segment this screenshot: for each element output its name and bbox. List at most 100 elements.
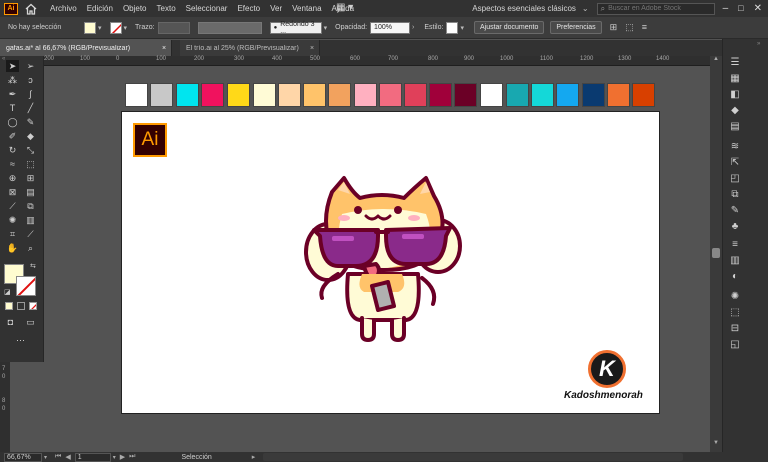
swatch-cyan[interactable]	[176, 83, 199, 107]
default-colors-icon[interactable]: ◪	[4, 288, 11, 296]
blend-tool-icon[interactable]: ⧉	[24, 200, 37, 212]
fill-swatch[interactable]	[84, 21, 96, 34]
warp-tool-icon[interactable]: ≈	[6, 158, 19, 170]
column-graph-tool-icon[interactable]: ▥	[24, 214, 37, 226]
artboard-number-field[interactable]: 1	[74, 452, 111, 462]
swatch-light-orange[interactable]	[303, 83, 326, 107]
transparency-icon[interactable]: ◐	[729, 271, 741, 283]
eraser-tool-icon[interactable]: ◆	[24, 130, 37, 142]
slice-tool-icon[interactable]: ⟋	[24, 228, 37, 240]
swatch-gray[interactable]	[150, 83, 173, 107]
document-setup-button[interactable]: Ajustar documento	[473, 21, 545, 34]
swatch-dark-orange[interactable]	[607, 83, 630, 107]
artboard[interactable]: Ai K Kadoshmenorah	[121, 111, 660, 414]
illustrator-badge[interactable]: Ai	[133, 123, 167, 157]
appearance-icon[interactable]: ✺	[729, 291, 741, 303]
stroke-color-swatch[interactable]	[16, 276, 36, 296]
swatch-maroon[interactable]	[454, 83, 477, 107]
menu-seleccionar[interactable]: Seleccionar	[186, 4, 228, 13]
links-icon[interactable]: ⧉	[729, 189, 741, 201]
screen-mode-icon[interactable]: ▭	[24, 316, 37, 328]
chevron-down-icon[interactable]: ▾	[124, 24, 128, 32]
artboard-tool-icon[interactable]: ⌗	[6, 228, 19, 240]
menu-archivo[interactable]: Archivo	[50, 4, 77, 13]
preferences-button[interactable]: Preferencias	[550, 21, 602, 34]
opacity-field[interactable]: 100%	[370, 21, 411, 34]
pen-tool-icon[interactable]: ✒	[6, 88, 19, 100]
mesh-tool-icon[interactable]: ⊠	[6, 186, 19, 198]
swatch-peach[interactable]	[278, 83, 301, 107]
ellipse-tool-icon[interactable]: ◯	[6, 116, 19, 128]
horizontal-ruler[interactable]: 200 100 0 100 200 300 400 500 600 700 80…	[44, 56, 710, 66]
brushes-icon[interactable]: ✎	[729, 205, 741, 217]
stock-search-input[interactable]	[608, 5, 709, 12]
curvature-tool-icon[interactable]: ∫	[24, 88, 37, 100]
swatch-magenta[interactable]	[201, 83, 224, 107]
scroll-down-icon[interactable]: ▼	[713, 440, 719, 446]
scale-tool-icon[interactable]: ⤡	[24, 144, 37, 156]
tab-gafas[interactable]: gafas.ai* al 66,67% (RGB/Previsualizar) …	[0, 40, 172, 56]
tab-el-trio[interactable]: El trío.ai al 25% (RGB/Previsualizar) ×	[180, 40, 320, 56]
swatch-sky-blue[interactable]	[556, 83, 579, 107]
last-artboard-icon[interactable]: ⏭	[129, 453, 135, 461]
perspective-grid-tool-icon[interactable]: ⊞	[24, 172, 37, 184]
artboards-icon[interactable]: ◰	[729, 173, 741, 185]
gradient-tool-icon[interactable]: ▤	[24, 186, 37, 198]
stroke-swatch[interactable]	[109, 21, 122, 34]
libraries-icon[interactable]: ▦	[729, 73, 741, 85]
graphic-styles-icon[interactable]: ⬚	[729, 307, 741, 319]
app-logo[interactable]: Ai	[4, 2, 18, 15]
graphic-style-swatch[interactable]	[446, 21, 459, 34]
swatch-crimson[interactable]	[429, 83, 452, 107]
lasso-tool-icon[interactable]: ↄ	[24, 74, 37, 86]
swatches-icon[interactable]: ▤	[729, 121, 741, 133]
close-window-icon[interactable]: ✕	[754, 3, 762, 14]
menu-ventana[interactable]: Ventana	[292, 4, 321, 13]
menu-efecto[interactable]: Efecto	[237, 4, 260, 13]
rotate-tool-icon[interactable]: ↻	[6, 144, 19, 156]
direct-selection-tool-icon[interactable]: ➢	[24, 60, 37, 72]
previous-artboard-icon[interactable]: ◀	[65, 453, 70, 461]
brush-definition[interactable]: ● Redondo 3 ...	[269, 21, 322, 35]
vertical-scrollbar[interactable]: ▲ ▼	[710, 56, 722, 452]
chevron-down-icon[interactable]: ▾	[98, 24, 102, 32]
zoom-field[interactable]: 66,67%	[4, 452, 42, 462]
maximize-icon[interactable]: □	[738, 4, 743, 13]
swatch-red-pink[interactable]	[404, 83, 427, 107]
swatch-light-pink[interactable]	[354, 83, 377, 107]
arrange-documents-icon[interactable]: ▦ ▾	[336, 3, 353, 13]
swatch-orange[interactable]	[328, 83, 351, 107]
edit-toolbar-icon[interactable]: ⋯	[14, 334, 27, 346]
properties-icon[interactable]: ☰	[729, 57, 741, 69]
swatch-navy[interactable]	[582, 83, 605, 107]
swatch-pink[interactable]	[379, 83, 402, 107]
free-transform-tool-icon[interactable]: ⬚	[24, 158, 37, 170]
symbols-icon[interactable]: ♣	[729, 221, 741, 233]
transform-icon[interactable]: ⬚	[625, 23, 634, 32]
vertical-ruler[interactable]: 7 0 8 0	[0, 362, 10, 452]
export-icon[interactable]: ⇱	[729, 157, 741, 169]
stroke-weight-field[interactable]	[157, 21, 190, 34]
zoom-tool-icon[interactable]: ⌕	[24, 242, 37, 254]
close-tab-icon[interactable]: ×	[162, 45, 166, 52]
minimize-icon[interactable]: –	[723, 3, 729, 14]
stroke-icon[interactable]: ≡	[729, 239, 741, 251]
menu-objeto[interactable]: Objeto	[123, 4, 147, 13]
home-icon[interactable]	[24, 3, 38, 15]
paintbrush-tool-icon[interactable]: ✎	[24, 116, 37, 128]
chevron-down-icon[interactable]: ▾	[324, 24, 328, 32]
none-mode-icon[interactable]	[29, 302, 37, 310]
next-artboard-icon[interactable]: ▶	[120, 453, 125, 461]
first-artboard-icon[interactable]: ⏮	[55, 453, 61, 461]
menu-texto[interactable]: Texto	[157, 4, 176, 13]
symbol-sprayer-tool-icon[interactable]: ✺	[6, 214, 19, 226]
gradient-mode-icon[interactable]	[17, 302, 25, 310]
stock-search[interactable]: ⌕	[596, 2, 715, 15]
layers-icon[interactable]: ≋	[729, 141, 741, 153]
shape-builder-tool-icon[interactable]: ⊕	[6, 172, 19, 184]
collapse-panel-icon[interactable]: «	[2, 56, 5, 62]
menu-ver[interactable]: Ver	[270, 4, 282, 13]
color-icon[interactable]: ◧	[729, 89, 741, 101]
swatch-white[interactable]	[125, 83, 148, 107]
chevron-down-icon[interactable]: ▾	[460, 24, 464, 32]
